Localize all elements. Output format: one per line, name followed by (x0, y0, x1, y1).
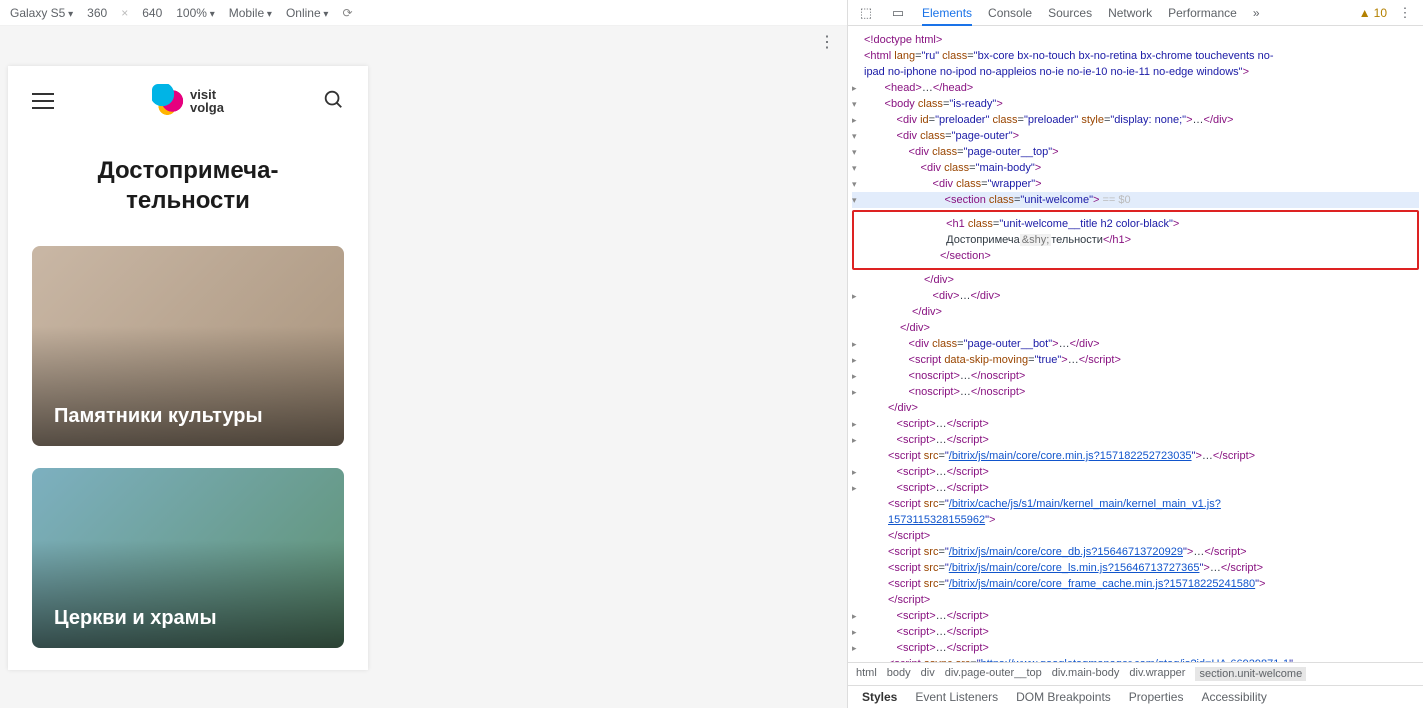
dimension-separator: × (121, 6, 128, 20)
category-card-monuments[interactable]: Памятники культуры (32, 246, 344, 446)
throttling-select[interactable]: Online (286, 6, 329, 20)
styles-pane-tabs: Styles Event Listeners DOM Breakpoints P… (848, 685, 1423, 708)
logo-icon (152, 84, 186, 118)
dom-tree[interactable]: <!doctype html> <html lang="ru" class="b… (848, 26, 1423, 662)
toggle-device-toolbar-icon[interactable]: ▭ (890, 5, 906, 21)
card-label: Церкви и храмы (32, 589, 239, 648)
category-card-churches[interactable]: Церкви и храмы (32, 468, 344, 648)
search-button[interactable] (322, 88, 344, 115)
page-title: Достопримеча- тельности (8, 136, 368, 246)
tab-properties[interactable]: Properties (1129, 690, 1184, 704)
devtools-tabs: Elements Console Sources Network Perform… (922, 6, 1260, 20)
tab-network[interactable]: Network (1108, 6, 1152, 20)
selected-dom-node[interactable]: <section class="unit-welcome"> == $0 (852, 192, 1419, 208)
tab-dom-breakpoints[interactable]: DOM Breakpoints (1016, 690, 1111, 704)
viewport-height-input[interactable]: 640 (142, 6, 162, 20)
mobile-viewport: visit volga Достопримеча- тельности Памя… (8, 66, 368, 670)
device-preview-panel: Galaxy S5 360 × 640 100% Mobile Online ⟳… (0, 0, 848, 708)
warnings-badge[interactable]: ▲ 10 (1359, 6, 1387, 20)
devtools-panel: ⬚ ▭ Elements Console Sources Network Per… (848, 0, 1423, 708)
device-select[interactable]: Galaxy S5 (10, 6, 73, 20)
kebab-menu-icon[interactable]: ⋮ (819, 32, 835, 52)
tab-styles[interactable]: Styles (862, 690, 897, 704)
tab-performance[interactable]: Performance (1168, 6, 1237, 20)
device-type-select[interactable]: Mobile (229, 6, 272, 20)
search-icon (322, 88, 344, 110)
dom-breadcrumbs[interactable]: html body div div.page-outer__top div.ma… (848, 662, 1423, 685)
tab-console[interactable]: Console (988, 6, 1032, 20)
hamburger-menu-button[interactable] (32, 93, 54, 109)
tab-event-listeners[interactable]: Event Listeners (915, 690, 998, 704)
card-label: Памятники культуры (32, 387, 285, 446)
tab-sources[interactable]: Sources (1048, 6, 1092, 20)
tab-accessibility[interactable]: Accessibility (1201, 690, 1266, 704)
zoom-select[interactable]: 100% (176, 6, 215, 20)
user-highlight-box: <h1 class="unit-welcome__title h2 color-… (852, 210, 1419, 270)
devtools-menu-icon[interactable]: ⋮ (1397, 5, 1413, 21)
device-toolbar: Galaxy S5 360 × 640 100% Mobile Online ⟳ (0, 0, 847, 26)
devtools-toolbar: ⬚ ▭ Elements Console Sources Network Per… (848, 0, 1423, 26)
inspect-element-icon[interactable]: ⬚ (858, 5, 874, 21)
logo-text-bottom: volga (190, 101, 224, 114)
site-logo[interactable]: visit volga (152, 84, 224, 118)
tabs-overflow[interactable]: » (1253, 6, 1260, 20)
tab-elements[interactable]: Elements (922, 6, 972, 20)
rotate-icon[interactable]: ⟳ (342, 6, 352, 20)
viewport-width-input[interactable]: 360 (87, 6, 107, 20)
